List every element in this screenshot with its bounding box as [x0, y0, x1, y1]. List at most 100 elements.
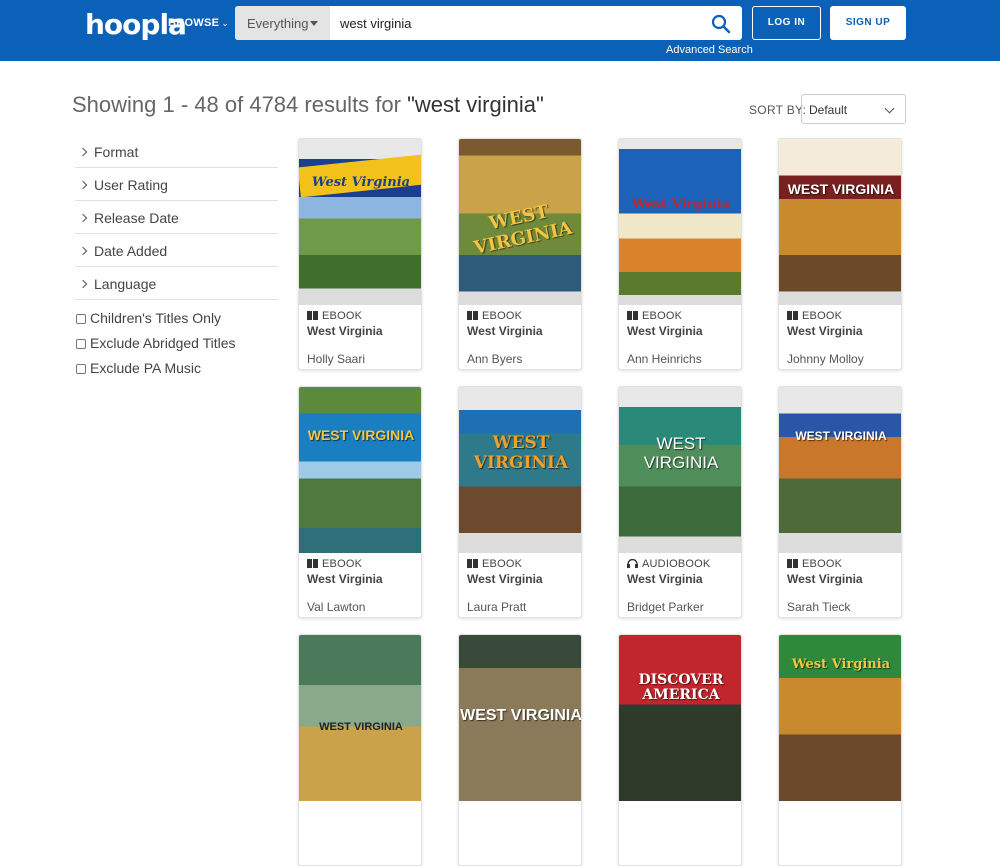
- cover-title: WEST VIRGINIA: [643, 434, 719, 472]
- login-button[interactable]: LOG IN: [752, 6, 821, 40]
- card-meta: EBOOK West Virginia: [467, 310, 577, 338]
- format-label: EBOOK: [467, 310, 577, 322]
- card-author[interactable]: Holly Saari: [307, 352, 365, 366]
- card-meta: EBOOK West Virginia: [467, 558, 577, 586]
- format-label: EBOOK: [467, 558, 577, 570]
- card-title[interactable]: West Virginia: [627, 572, 737, 586]
- card-author[interactable]: Bridget Parker: [627, 600, 704, 614]
- chevron-right-icon: [78, 246, 88, 256]
- chevron-down-icon: ⌄: [221, 18, 230, 28]
- title-card[interactable]: West Virginia EBOOK West Virginia Holly …: [298, 138, 422, 370]
- sort-select[interactable]: Default: [801, 94, 906, 124]
- book-cover[interactable]: WEST VIRGINIA: [459, 635, 581, 801]
- book-cover[interactable]: WEST VIRGINIA: [619, 387, 741, 553]
- book-cover[interactable]: West Virginia: [619, 139, 741, 305]
- title-card[interactable]: WEST VIRGINIA EBOOK West Virginia Laura …: [458, 386, 582, 618]
- chevron-right-icon: [78, 147, 88, 157]
- book-icon: [307, 559, 318, 568]
- title-card[interactable]: WEST VIRGINIA EBOOK West Virginia Sarah …: [778, 386, 902, 618]
- filter-label: Date Added: [94, 243, 168, 259]
- card-author[interactable]: Sarah Tieck: [787, 600, 850, 614]
- advanced-search-link[interactable]: Advanced Search: [666, 44, 753, 56]
- cover-title: WEST VIRGINIA: [307, 427, 415, 443]
- card-title[interactable]: West Virginia: [307, 572, 417, 586]
- search-scope-select[interactable]: Everything: [235, 6, 330, 40]
- sort-label: SORT BY:: [749, 103, 807, 117]
- cover-title: WEST VIRGINIA: [319, 721, 403, 733]
- browse-menu[interactable]: BROWSE ⌄: [168, 17, 229, 29]
- checkbox-exclude-abridged[interactable]: Exclude Abridged Titles: [75, 329, 278, 354]
- format-label: EBOOK: [307, 310, 417, 322]
- results-heading: Showing 1 - 48 of 4784 results for "west…: [72, 92, 544, 118]
- book-cover[interactable]: West Virginia: [299, 139, 421, 305]
- checkbox-icon[interactable]: [76, 339, 86, 349]
- card-author[interactable]: Johnny Molloy: [787, 352, 864, 366]
- card-title[interactable]: West Virginia: [467, 572, 577, 586]
- signup-button[interactable]: SIGN UP: [830, 6, 906, 40]
- card-title[interactable]: West Virginia: [467, 324, 577, 338]
- filter-format[interactable]: Format: [75, 135, 278, 168]
- card-title[interactable]: West Virginia: [787, 572, 897, 586]
- format-text: EBOOK: [642, 310, 683, 322]
- title-card[interactable]: WEST VIRGINIA EBOOK West Virginia Johnny…: [778, 138, 902, 370]
- card-meta: AUDIOBOOK West Virginia: [627, 558, 737, 586]
- book-cover[interactable]: WEST VIRGINIA: [299, 387, 421, 553]
- card-title[interactable]: West Virginia: [787, 324, 897, 338]
- title-card[interactable]: WEST VIRGINIA AUDIOBOOK West Virginia Br…: [618, 386, 742, 618]
- format-text: EBOOK: [482, 558, 523, 570]
- top-header: hoopla BROWSE⌄ Everything Advanced Searc…: [0, 0, 1000, 61]
- title-card[interactable]: WEST VIRGINIA EBOOK West Virginia Val La…: [298, 386, 422, 618]
- search-icon[interactable]: [710, 13, 732, 35]
- format-text: EBOOK: [802, 310, 843, 322]
- filter-language[interactable]: Language: [75, 267, 278, 300]
- title-card[interactable]: West Virginia: [778, 634, 902, 866]
- book-cover[interactable]: West Virginia: [779, 635, 901, 801]
- book-icon: [307, 311, 318, 320]
- chevron-right-icon: [78, 213, 88, 223]
- checkbox-icon[interactable]: [76, 364, 86, 374]
- chevron-right-icon: [78, 279, 88, 289]
- card-author[interactable]: Ann Heinrichs: [627, 352, 702, 366]
- filter-user-rating[interactable]: User Rating: [75, 168, 278, 201]
- title-card[interactable]: WEST VIRGINIA EBOOK West Virginia Ann By…: [458, 138, 582, 370]
- book-cover[interactable]: WEST VIRGINIA: [779, 387, 901, 553]
- checkbox-label: Exclude PA Music: [90, 360, 202, 376]
- filter-label: Format: [94, 144, 139, 160]
- cover-title: WEST VIRGINIA: [795, 429, 887, 443]
- title-card[interactable]: DISCOVER AMERICA: [618, 634, 742, 866]
- checkbox-label: Children's Titles Only: [90, 310, 222, 326]
- cover-title: West Virginia: [631, 197, 731, 212]
- book-cover[interactable]: DISCOVER AMERICA: [619, 635, 741, 801]
- format-text: EBOOK: [802, 558, 843, 570]
- card-author[interactable]: Val Lawton: [307, 600, 365, 614]
- format-text: EBOOK: [482, 310, 523, 322]
- book-icon: [787, 311, 798, 320]
- card-author[interactable]: Ann Byers: [467, 352, 522, 366]
- book-icon: [627, 311, 638, 320]
- book-cover[interactable]: WEST VIRGINIA: [299, 635, 421, 801]
- format-label: EBOOK: [627, 310, 737, 322]
- search-input[interactable]: [330, 6, 700, 40]
- format-label: EBOOK: [787, 558, 897, 570]
- filter-release-date[interactable]: Release Date: [75, 201, 278, 234]
- title-card[interactable]: WEST VIRGINIA: [458, 634, 582, 866]
- card-title[interactable]: West Virginia: [627, 324, 737, 338]
- book-cover[interactable]: WEST VIRGINIA: [779, 139, 901, 305]
- caret-down-icon: [310, 21, 318, 26]
- card-meta: EBOOK West Virginia: [787, 558, 897, 586]
- cover-title: West Virginia: [791, 657, 891, 672]
- checkbox-icon[interactable]: [76, 314, 86, 324]
- card-meta: EBOOK West Virginia: [307, 558, 417, 586]
- card-title[interactable]: West Virginia: [307, 324, 417, 338]
- filter-label: Language: [94, 276, 157, 292]
- results-count-text: Showing 1 - 48 of 4784 results for: [72, 92, 401, 117]
- format-text: AUDIOBOOK: [642, 558, 711, 570]
- book-cover[interactable]: WEST VIRGINIA: [459, 387, 581, 553]
- title-card[interactable]: WEST VIRGINIA: [298, 634, 422, 866]
- filter-date-added[interactable]: Date Added: [75, 234, 278, 267]
- checkbox-exclude-pa-music[interactable]: Exclude PA Music: [75, 354, 278, 379]
- card-author[interactable]: Laura Pratt: [467, 600, 526, 614]
- checkbox-childrens-titles[interactable]: Children's Titles Only: [75, 304, 278, 329]
- title-card[interactable]: West Virginia EBOOK West Virginia Ann He…: [618, 138, 742, 370]
- book-cover[interactable]: WEST VIRGINIA: [459, 139, 581, 305]
